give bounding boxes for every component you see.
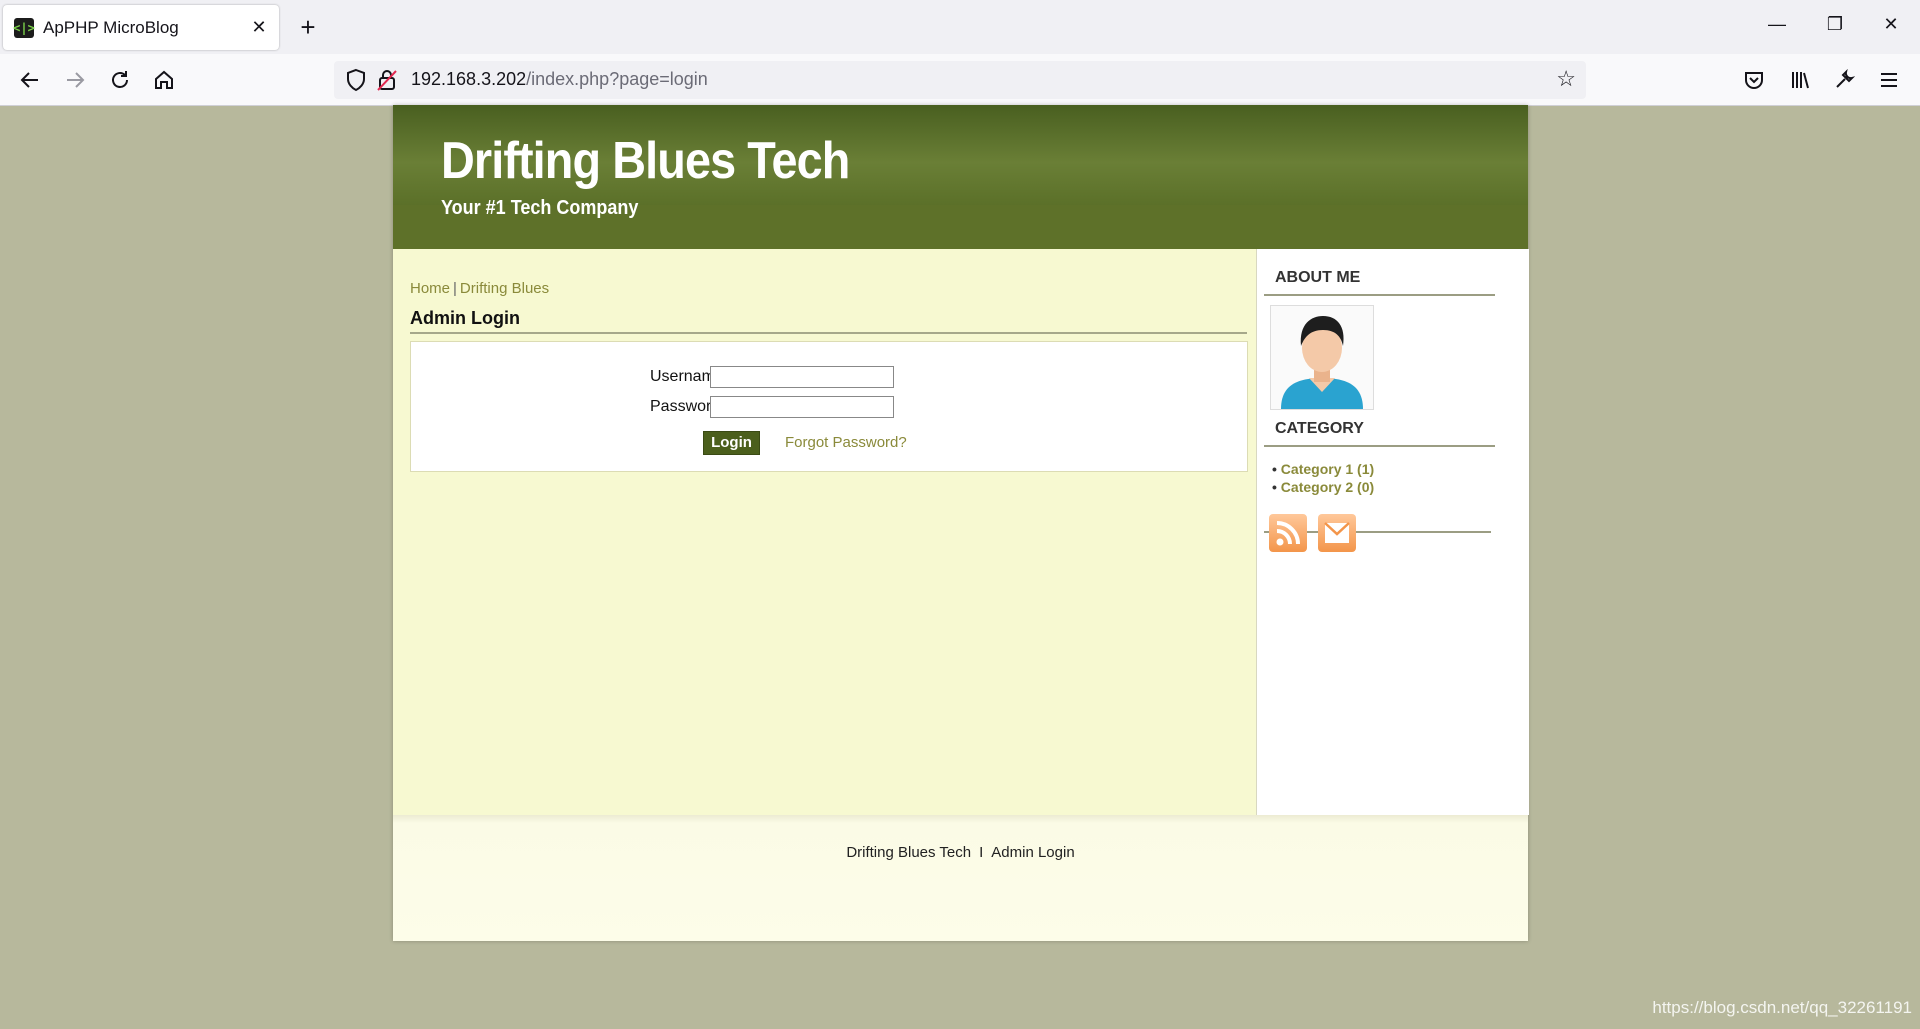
bookmark-star-icon[interactable]: ☆ (1556, 66, 1576, 92)
site-footer: Drifting Blues Tech I Admin Login (393, 815, 1528, 941)
password-input[interactable] (710, 396, 894, 418)
footer-admin-login-link[interactable]: Admin Login (991, 844, 1074, 861)
footer-site-link[interactable]: Drifting Blues Tech (846, 844, 971, 861)
category-item: • Category 1 (1) (1272, 461, 1374, 477)
url-text[interactable]: 192.168.3.202/index.php?page=login (411, 69, 708, 90)
category-bullet: • (1272, 479, 1277, 495)
page-title: Admin Login (410, 308, 1247, 334)
menu-icon[interactable] (1873, 64, 1905, 96)
home-icon[interactable] (148, 64, 180, 96)
browser-tab[interactable]: <|> ApPHP MicroBlog ✕ (3, 5, 279, 50)
username-input[interactable] (710, 366, 894, 388)
wrench-icon[interactable] (1828, 64, 1860, 96)
category-link-1[interactable]: Category 1 (1) (1281, 461, 1374, 477)
login-button[interactable]: Login (703, 431, 760, 455)
shield-icon[interactable] (344, 68, 368, 92)
url-path: /index.php?page=login (526, 69, 708, 89)
avatar (1270, 305, 1374, 410)
breadcrumb-separator: | (453, 280, 457, 297)
tab-favicon-icon: <|> (13, 17, 35, 38)
email-icon[interactable] (1318, 514, 1356, 552)
browser-tab-bar: <|> ApPHP MicroBlog ✕ + — ❐ ✕ (0, 0, 1920, 54)
sidebar: ABOUT ME CATEGORY • Category 1 (1) • Cat… (1256, 249, 1529, 815)
browser-nav-bar: 192.168.3.202/index.php?page=login ☆ (0, 54, 1920, 106)
pocket-icon[interactable] (1738, 64, 1770, 96)
blog-page: Drifting Blues Tech Your #1 Tech Company… (393, 105, 1529, 941)
user-avatar-icon (1281, 316, 1363, 409)
insecure-lock-icon[interactable] (376, 68, 398, 92)
restore-icon[interactable]: ❐ (1820, 14, 1850, 35)
category-bullet: • (1272, 461, 1277, 477)
forgot-password-link[interactable]: Forgot Password? (785, 434, 907, 451)
main-content: Home | Drifting Blues Admin Login Username… (393, 249, 1256, 815)
rss-icon[interactable] (1269, 514, 1307, 552)
forward-arrow-icon[interactable] (59, 64, 91, 96)
tab-close-icon[interactable]: ✕ (247, 17, 271, 38)
breadcrumb: Home | Drifting Blues (410, 280, 549, 297)
site-title[interactable]: Drifting Blues Tech (441, 131, 850, 191)
breadcrumb-home-link[interactable]: Home (410, 280, 450, 297)
footer-links: Drifting Blues Tech I Admin Login (393, 844, 1528, 861)
minimize-icon[interactable]: — (1762, 14, 1792, 35)
back-arrow-icon[interactable] (14, 64, 46, 96)
library-icon[interactable] (1784, 64, 1816, 96)
category-heading: CATEGORY (1264, 420, 1495, 447)
reload-icon[interactable] (104, 64, 136, 96)
new-tab-icon[interactable]: + (293, 12, 323, 42)
url-bar[interactable]: 192.168.3.202/index.php?page=login ☆ (334, 61, 1586, 99)
tab-title: ApPHP MicroBlog (43, 17, 179, 37)
footer-separator: I (979, 844, 984, 861)
category-item: • Category 2 (0) (1272, 479, 1374, 495)
category-link-2[interactable]: Category 2 (0) (1281, 479, 1374, 495)
url-host: 192.168.3.202 (411, 69, 527, 89)
breadcrumb-current-link[interactable]: Drifting Blues (460, 280, 549, 297)
about-me-heading: ABOUT ME (1264, 269, 1495, 296)
window-close-icon[interactable]: ✕ (1876, 14, 1906, 35)
watermark-text: https://blog.csdn.net/qq_32261191 (1652, 998, 1912, 1017)
site-header: Drifting Blues Tech Your #1 Tech Company (393, 105, 1528, 249)
login-form: Username Password Login Forgot Password? (410, 341, 1248, 472)
site-subtitle: Your #1 Tech Company (441, 197, 639, 219)
